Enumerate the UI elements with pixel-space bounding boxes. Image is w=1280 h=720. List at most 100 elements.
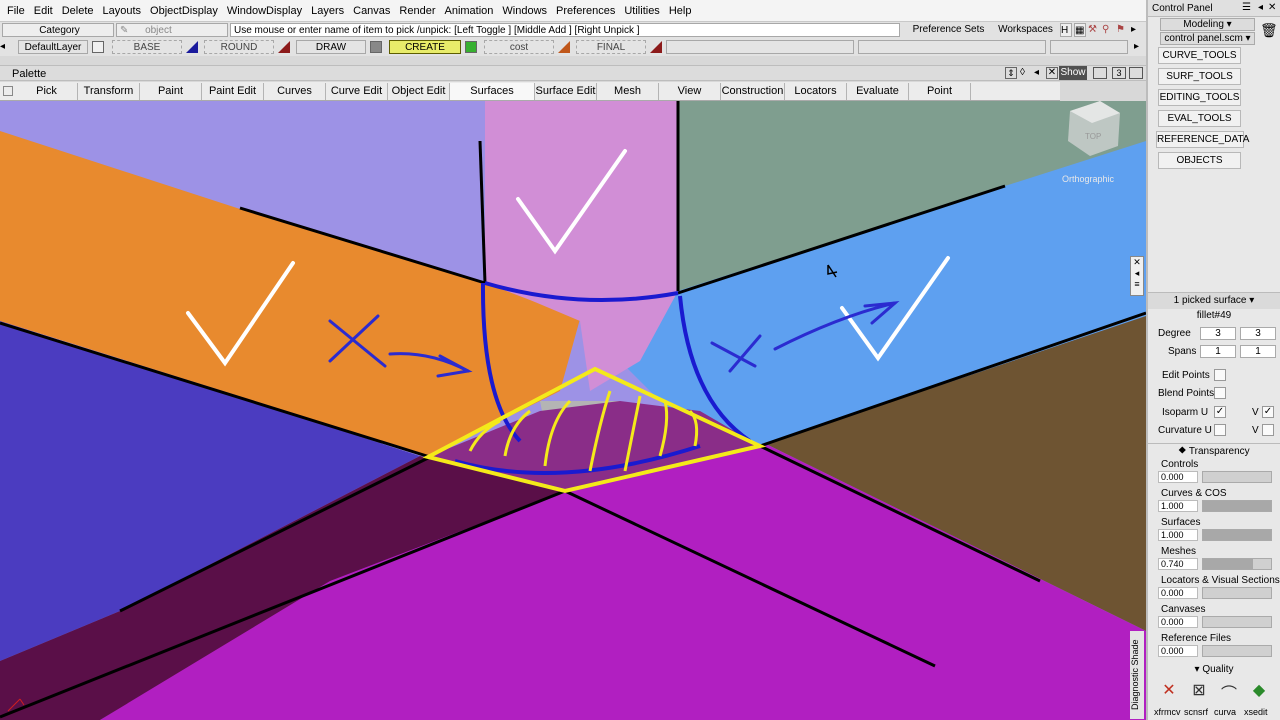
tab-mesh[interactable]: Mesh [597, 83, 659, 100]
tab-transform[interactable]: Transform [78, 83, 140, 100]
close-icon[interactable]: ✕ [1131, 257, 1143, 268]
object-field[interactable]: ✎ object [116, 23, 228, 37]
layer-final-color-icon[interactable] [650, 41, 662, 53]
transparency-slider[interactable] [1202, 500, 1272, 512]
layer-base-color-icon[interactable] [186, 41, 198, 53]
layer-empty-slot[interactable] [666, 40, 854, 54]
tab-curve-edit[interactable]: Curve Edit [326, 83, 388, 100]
layer-final[interactable]: FINAL [576, 40, 646, 54]
xfrmcv-icon[interactable]: ✕ [1156, 680, 1182, 706]
menu-canvas[interactable]: Canvas [350, 5, 396, 17]
tab-point-clouds[interactable]: Point Clouds [909, 83, 971, 113]
transparency-value-field[interactable]: 0.740 [1158, 558, 1198, 570]
transparency-value-field[interactable]: 0.000 [1158, 616, 1198, 628]
transparency-value-field[interactable]: 0.000 [1158, 587, 1198, 599]
show-button[interactable]: Show [1059, 66, 1087, 80]
spans-v-field[interactable]: 1 [1240, 345, 1276, 358]
xsedit-icon[interactable]: ◆ [1246, 680, 1272, 706]
transparency-slider[interactable] [1202, 645, 1272, 657]
curva-icon[interactable]: ⌒ [1216, 680, 1242, 706]
menu-preferences[interactable]: Preferences [553, 5, 621, 17]
transparency-value-field[interactable]: 1.000 [1158, 529, 1198, 541]
tab-view[interactable]: View [659, 83, 721, 100]
isoparm-u-checkbox[interactable]: ✓ [1214, 406, 1226, 418]
menu-utilities[interactable]: Utilities [621, 5, 665, 17]
transparency-slider[interactable] [1202, 587, 1272, 599]
close-icon[interactable]: ✕ [1268, 2, 1276, 13]
curvature-v-checkbox[interactable] [1262, 424, 1274, 436]
tab-evaluate[interactable]: Evaluate [847, 83, 909, 100]
tab-surface-edit[interactable]: Surface Edit [535, 83, 597, 100]
layer-round[interactable]: ROUND [204, 40, 274, 54]
layout-icon[interactable] [1093, 67, 1107, 79]
picked-dropdown[interactable]: 1 picked surface ▾ [1148, 292, 1280, 309]
prompt-line[interactable]: Use mouse or enter name of item to pick … [230, 23, 900, 37]
layer-draw-swatch[interactable] [370, 41, 382, 53]
tab-construction[interactable]: Construction [721, 83, 785, 100]
menu-objectdisplay[interactable]: ObjectDisplay [147, 5, 224, 17]
trash-icon[interactable]: 🗑 [1260, 22, 1278, 42]
tab-pick[interactable]: Pick [16, 83, 78, 100]
scroll-right-icon[interactable]: ▸ [1134, 40, 1144, 54]
previous-icon[interactable]: ◂ [1034, 67, 1039, 78]
layer-draw[interactable]: DRAW [296, 40, 366, 54]
transparency-value-field[interactable]: 0.000 [1158, 471, 1198, 483]
tab-object-edit[interactable]: Object Edit [388, 83, 450, 100]
transparency-section[interactable]: ⯁ Transparency [1148, 443, 1280, 458]
menu-animation[interactable]: Animation [442, 5, 500, 17]
close-icon[interactable]: ◊ [1020, 67, 1025, 78]
layout-grid-icon[interactable]: ▦ [1074, 23, 1086, 37]
viewport-canvas[interactable]: TOP Orthographic [0, 101, 1146, 720]
menu-edit[interactable]: Edit [31, 5, 59, 17]
transparency-slider[interactable] [1202, 529, 1272, 541]
transparency-slider[interactable] [1202, 558, 1272, 570]
layer-empty-slot[interactable] [858, 40, 1046, 54]
edit-points-checkbox[interactable] [1214, 369, 1226, 381]
control-file-dropdown[interactable]: control panel.scm ▾ [1160, 32, 1255, 45]
degree-v-field[interactable]: 3 [1240, 327, 1276, 340]
category-field[interactable]: Category [2, 23, 114, 37]
menu-render[interactable]: Render [396, 5, 441, 17]
menu-delete[interactable]: Delete [59, 5, 100, 17]
shelf-surf-tools[interactable]: SURF_TOOLS [1158, 68, 1241, 85]
shelf-objects[interactable]: OBJECTS [1158, 152, 1241, 169]
diagnostic-shade-tab[interactable]: Diagnostic Shade [1130, 631, 1144, 719]
scroll-left-icon[interactable]: ◂ [0, 40, 8, 54]
palette-menu-icon[interactable] [3, 86, 13, 96]
list-icon[interactable]: ≡ [1131, 279, 1143, 289]
isoparm-v-checkbox[interactable]: ✓ [1262, 406, 1274, 418]
panel-menu-icon[interactable]: ☰ [1242, 2, 1251, 13]
previous-icon[interactable]: ◂ [1258, 2, 1263, 13]
tab-curves[interactable]: Curves [264, 83, 326, 100]
menu-layouts[interactable]: Layouts [100, 5, 148, 17]
scroll-right-icon[interactable]: ▸ [1131, 23, 1141, 37]
menu-windowdisplay[interactable]: WindowDisplay [224, 5, 308, 17]
layer-create-swatch[interactable] [465, 41, 477, 53]
tab-surfaces[interactable]: Surfaces [450, 83, 535, 100]
menu-file[interactable]: File [4, 5, 31, 17]
previous-icon[interactable]: ◂ [1131, 268, 1143, 279]
layer-default[interactable]: DefaultLayer [18, 40, 88, 54]
collapse-icon[interactable]: ⇕ [1005, 67, 1017, 79]
layout-count[interactable]: 3 [1112, 67, 1126, 79]
tab-paint-edit[interactable]: Paint Edit [202, 83, 264, 100]
shelf-eval-tools[interactable]: EVAL_TOOLS [1158, 110, 1241, 127]
transparency-value-field[interactable]: 1.000 [1158, 500, 1198, 512]
layer-default-swatch[interactable] [92, 41, 104, 53]
modeling-viewport[interactable]: TOP Orthographic ✕ ◂ ≡ Diagnostic Shade [0, 101, 1146, 720]
layer-base[interactable]: BASE [112, 40, 182, 54]
layer-cost[interactable]: cost [484, 40, 554, 54]
preference-sets-button[interactable]: Preference Sets [904, 23, 990, 37]
close-icon[interactable]: ✕ [1046, 67, 1058, 79]
magnet-icon[interactable]: ⚲ [1102, 23, 1114, 37]
snap-icon[interactable]: ⚑ [1116, 23, 1128, 37]
menu-layers[interactable]: Layers [308, 5, 350, 17]
transparency-value-field[interactable]: 0.000 [1158, 645, 1198, 657]
layer-cost-color-icon[interactable] [558, 41, 570, 53]
layout-h-icon[interactable]: H [1060, 23, 1072, 37]
layer-create[interactable]: CREATE [389, 40, 461, 54]
quality-section[interactable]: ▾ Quality [1148, 664, 1280, 677]
shelf-editing-tools[interactable]: EDITING_TOOLS [1158, 89, 1241, 106]
menu-windows[interactable]: Windows [499, 5, 553, 17]
mode-dropdown[interactable]: Modeling ▾ [1160, 18, 1255, 31]
